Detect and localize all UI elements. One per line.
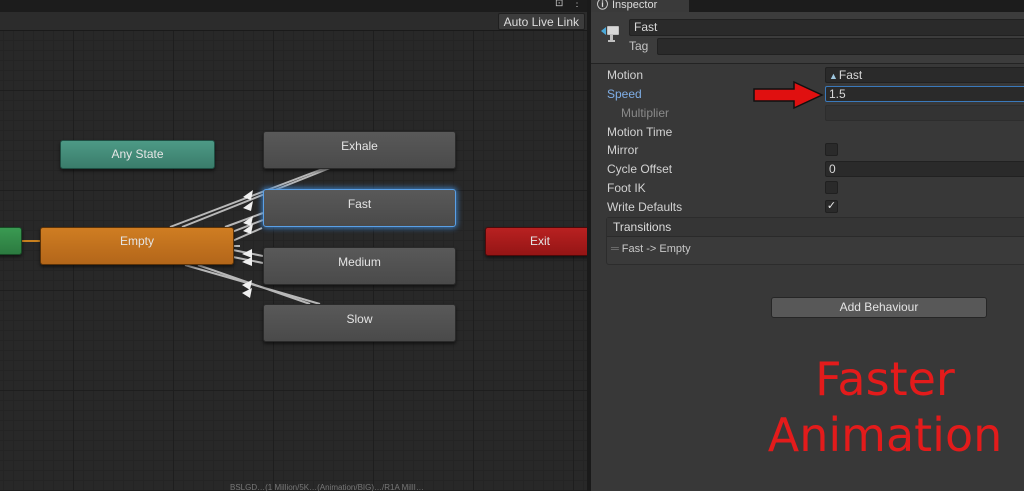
annotation-line-1: Faster xyxy=(815,352,955,406)
transition-line-fast xyxy=(224,212,264,228)
animator-state-icon xyxy=(601,26,619,42)
multiplier-field xyxy=(825,105,1024,121)
graph-status-path: BSLGD…(1 Million/5K…(Animation/BIG)…/R1A… xyxy=(230,483,424,491)
transitions-header: Transitions xyxy=(607,218,1024,237)
motion-label: Motion xyxy=(607,68,644,82)
speed-field[interactable]: 1.5 xyxy=(825,86,1024,102)
animation-clip-icon: ▲ xyxy=(829,71,838,81)
inspector-panel: ⓘ Inspector Fast Tag Motion ▲Fast Speed 1… xyxy=(591,0,1024,491)
motion-value: Fast xyxy=(838,68,863,82)
slow-state-label: Slow xyxy=(346,312,373,326)
drag-handle-icon[interactable]: ═ xyxy=(611,243,619,255)
animator-graph[interactable]: ⊡ ⋮ Auto Live Link Any State Empty Exit … xyxy=(0,0,588,491)
exhale-state-node[interactable]: Exhale xyxy=(263,131,456,169)
foot-ik-label: Foot IK xyxy=(607,181,646,195)
transitions-list: Transitions ═ Fast -> Empty xyxy=(606,217,1024,265)
add-behaviour-button[interactable]: Add Behaviour xyxy=(771,297,987,318)
mirror-checkbox[interactable] xyxy=(825,143,838,156)
any-state-node[interactable]: Any State xyxy=(60,140,215,169)
transition-list-item[interactable]: ═ Fast -> Empty xyxy=(611,243,691,255)
entry-state-node[interactable] xyxy=(0,227,22,255)
cycle-offset-label: Cycle Offset xyxy=(607,162,673,176)
info-icon: ⓘ xyxy=(597,0,608,11)
cycle-offset-field[interactable]: 0 xyxy=(825,161,1024,177)
foot-ik-checkbox[interactable] xyxy=(825,181,838,194)
empty-state-node[interactable]: Empty xyxy=(40,227,234,265)
tab-inspector[interactable]: ⓘ Inspector xyxy=(591,0,689,12)
inspector-header: Fast Tag xyxy=(591,12,1024,64)
motion-field[interactable]: ▲Fast xyxy=(825,67,1024,83)
inspector-tab-bar: ⓘ Inspector xyxy=(591,0,1024,12)
speed-label: Speed xyxy=(607,87,642,101)
arrowhead-medium xyxy=(242,249,252,258)
faster-animation-annotation: Faster Animation xyxy=(755,351,1015,463)
mirror-label: Mirror xyxy=(607,143,639,157)
write-defaults-checkbox[interactable]: ✓ xyxy=(825,200,838,213)
arrowhead-slow-2 xyxy=(242,288,252,298)
exit-state-node[interactable]: Exit xyxy=(485,227,588,256)
medium-state-node[interactable]: Medium xyxy=(263,247,456,285)
tag-label: Tag xyxy=(629,39,649,53)
fast-state-node[interactable]: Fast xyxy=(263,189,456,227)
fast-state-label: Fast xyxy=(347,197,372,211)
tab-inspector-label: Inspector xyxy=(612,0,658,11)
write-defaults-label: Write Defaults xyxy=(607,200,683,214)
slow-state-node[interactable]: Slow xyxy=(263,304,456,342)
motion-time-label: Motion Time xyxy=(607,125,673,139)
red-arrow-icon xyxy=(753,80,824,110)
medium-state-label: Medium xyxy=(338,255,381,269)
tag-field[interactable] xyxy=(657,38,1024,55)
exhale-state-label: Exhale xyxy=(341,139,378,153)
transition-item-label: Fast -> Empty xyxy=(621,243,691,255)
state-name-field[interactable]: Fast xyxy=(629,19,1024,36)
annotation-line-2: Animation xyxy=(767,408,1003,462)
multiplier-label: Multiplier xyxy=(621,106,670,120)
